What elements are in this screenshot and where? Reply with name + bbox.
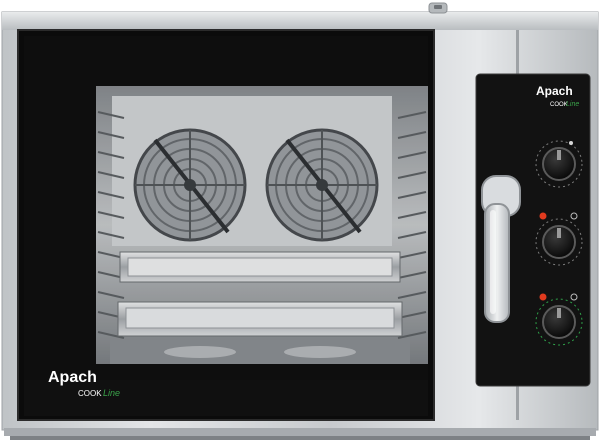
door-brand-name: Apach (48, 369, 97, 386)
power-indicator-light (539, 212, 547, 220)
heating-indicator-light (539, 293, 547, 301)
panel-brand-name: Apach (536, 84, 573, 98)
oven-illustration: Apach COOK Line Apach COOK Line (1, 2, 599, 440)
top-vent-cap-icon (428, 2, 448, 14)
door-brand-cook: COOK (78, 389, 102, 398)
panel-brand-line: Line (566, 101, 579, 108)
door-brand-line: Line (103, 388, 120, 398)
